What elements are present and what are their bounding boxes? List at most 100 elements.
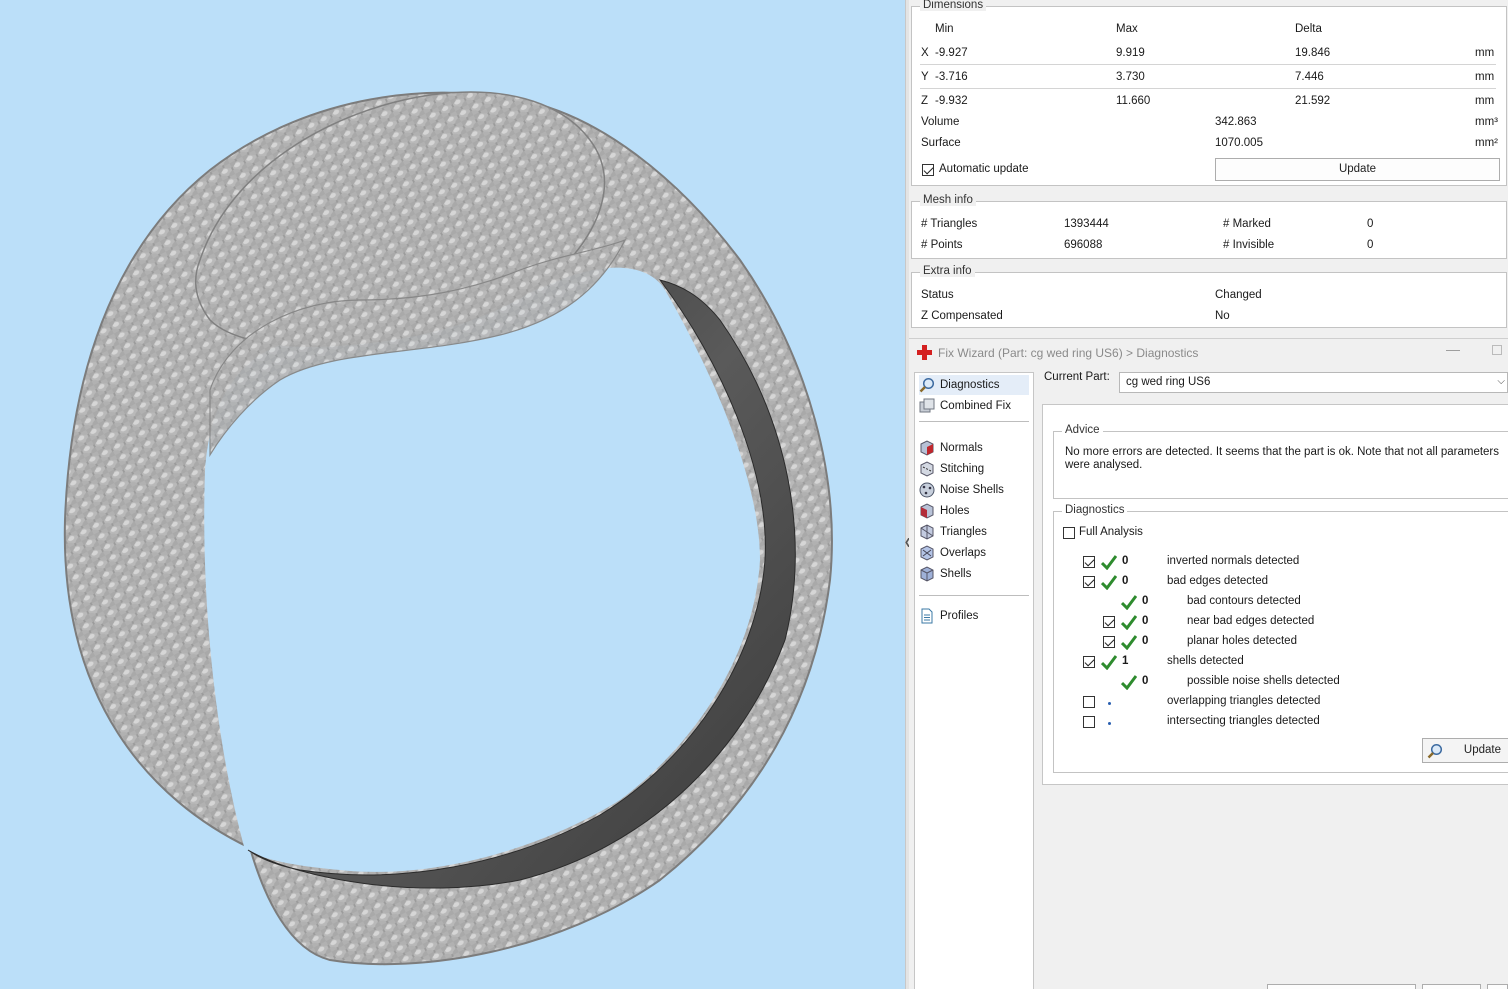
diag-count: 0 [1142, 595, 1149, 607]
diag-label: intersecting triangles detected [1167, 715, 1320, 727]
nav-label: Shells [940, 568, 972, 580]
x-delta-value: 19.846 [1295, 47, 1331, 59]
bottom-cancel-button[interactable] [1487, 984, 1508, 989]
y-unit: mm [1475, 71, 1495, 83]
intersecting-triangles-checkbox[interactable] [1083, 716, 1095, 728]
bottom-ok-button[interactable] [1422, 984, 1481, 989]
planar-holes-checkbox[interactable] [1103, 636, 1115, 648]
current-part-value: cg wed ring US6 [1126, 376, 1211, 388]
z-unit: mm [1475, 95, 1495, 107]
overlapping-triangles-checkbox[interactable] [1083, 696, 1095, 708]
combined-fix-icon [919, 398, 935, 413]
normals-cube-icon [920, 440, 934, 456]
diag-label: bad contours detected [1187, 595, 1301, 607]
nav-item-normals[interactable]: Normals [919, 438, 1029, 458]
surface-label: Surface [921, 137, 961, 149]
diag-row-inverted-normals: 0 inverted normals detected [1054, 554, 1494, 572]
z-max-value: 11.660 [1116, 95, 1151, 107]
diag-label: overlapping triangles detected [1167, 695, 1321, 707]
points-label: # Points [921, 239, 963, 251]
header-delta: Delta [1295, 23, 1322, 35]
check-ok-icon [1121, 595, 1137, 610]
y-delta-value: 7.446 [1295, 71, 1324, 83]
current-part-select[interactable]: cg wed ring US6 ⌵ [1119, 372, 1508, 393]
profiles-document-icon [921, 608, 933, 624]
dimensions-update-button[interactable]: Update [1215, 158, 1500, 181]
bad-edges-checkbox[interactable] [1083, 576, 1095, 588]
z-compensated-value: No [1215, 310, 1230, 322]
inverted-normals-checkbox[interactable] [1083, 556, 1095, 568]
magnifier-icon [1427, 743, 1443, 759]
near-bad-edges-checkbox[interactable] [1103, 616, 1115, 628]
diag-label: shells detected [1167, 655, 1244, 667]
advice-group: Advice No more errors are detected. It s… [1053, 424, 1508, 499]
automatic-update-label: Automatic update [939, 163, 1029, 175]
y-min-value: -3.716 [935, 71, 968, 83]
points-value: 696088 [1064, 239, 1103, 251]
nav-item-triangles[interactable]: Triangles [919, 522, 1029, 542]
check-ok-icon [1121, 635, 1137, 650]
axis-label: Y [921, 71, 929, 83]
diagnostics-panel: Advice No more errors are detected. It s… [1042, 404, 1508, 785]
nav-label: Overlaps [940, 547, 987, 559]
3d-viewport[interactable] [0, 0, 905, 989]
z-delta-value: 21.592 [1295, 95, 1331, 107]
dimensions-title: Dimensions [920, 0, 987, 11]
diag-row-bad-contours: 0 bad contours detected [1054, 594, 1494, 612]
volume-label: Volume [921, 116, 960, 128]
minimize-icon[interactable]: — [1446, 341, 1460, 357]
nav-item-combined-fix[interactable]: Combined Fix [919, 396, 1029, 416]
x-unit: mm [1475, 47, 1495, 59]
volume-value: 342.863 [1215, 116, 1257, 128]
marked-value: 0 [1367, 218, 1374, 230]
wizard-titlebar[interactable]: Fix Wizard (Part: cg wed ring US6) > Dia… [909, 339, 1508, 367]
diag-count: 0 [1122, 555, 1129, 567]
diag-count: 0 [1122, 575, 1129, 587]
advice-title: Advice [1062, 424, 1103, 436]
diagnostics-title: Diagnostics [1062, 504, 1128, 516]
nav-item-holes[interactable]: Holes [919, 501, 1029, 521]
ring-model[interactable] [0, 0, 905, 989]
maximize-icon[interactable] [1492, 345, 1502, 355]
nav-item-diagnostics[interactable]: Diagnostics [919, 375, 1029, 395]
nav-label: Noise Shells [940, 484, 1004, 496]
diag-label: bad edges detected [1167, 575, 1269, 587]
z-compensated-label: Z Compensated [921, 310, 1003, 322]
diag-row-near-bad-edges: 0 near bad edges detected [1054, 614, 1494, 632]
axis-label: Z [921, 95, 929, 107]
shells-checkbox[interactable] [1083, 656, 1095, 668]
nav-item-stitching[interactable]: Stitching [919, 459, 1029, 479]
header-max: Max [1116, 23, 1138, 35]
shells-cube-icon [920, 566, 934, 582]
y-max-value: 3.730 [1116, 71, 1145, 83]
header-min: Min [935, 23, 954, 35]
z-min-value: -9.932 [935, 95, 968, 107]
nav-item-profiles[interactable]: Profiles [919, 606, 1029, 626]
triangles-cube-icon [920, 524, 934, 540]
nav-label: Holes [940, 505, 970, 517]
diagnostics-update-button[interactable]: Update [1422, 738, 1508, 763]
invisible-value: 0 [1367, 239, 1374, 251]
diag-count: 0 [1142, 615, 1149, 627]
holes-cube-icon [920, 503, 934, 519]
bottom-action-button[interactable] [1267, 984, 1416, 989]
surface-value: 1070.005 [1215, 137, 1263, 149]
nav-label: Profiles [940, 610, 979, 622]
nav-item-shells[interactable]: Shells [919, 564, 1029, 584]
fix-wizard-window: Fix Wizard (Part: cg wed ring US6) > Dia… [909, 338, 1508, 989]
x-max-value: 9.919 [1116, 47, 1145, 59]
automatic-update-checkbox[interactable] [922, 164, 934, 176]
check-ok-icon [1121, 615, 1137, 630]
check-ok-icon [1101, 655, 1117, 670]
magnifier-icon [919, 377, 935, 393]
nav-label: Stitching [940, 463, 985, 475]
axis-label: X [921, 47, 929, 59]
triangles-label: # Triangles [921, 218, 978, 230]
extra-info-title: Extra info [920, 265, 975, 277]
nav-item-overlaps[interactable]: Overlaps [919, 543, 1029, 563]
full-analysis-checkbox[interactable] [1063, 527, 1075, 539]
nav-item-noise-shells[interactable]: Noise Shells [919, 480, 1029, 500]
triangles-value: 1393444 [1064, 218, 1109, 230]
diag-row-overlapping-triangles: overlapping triangles detected [1054, 694, 1494, 712]
chevron-down-icon: ⌵ [1497, 376, 1505, 387]
